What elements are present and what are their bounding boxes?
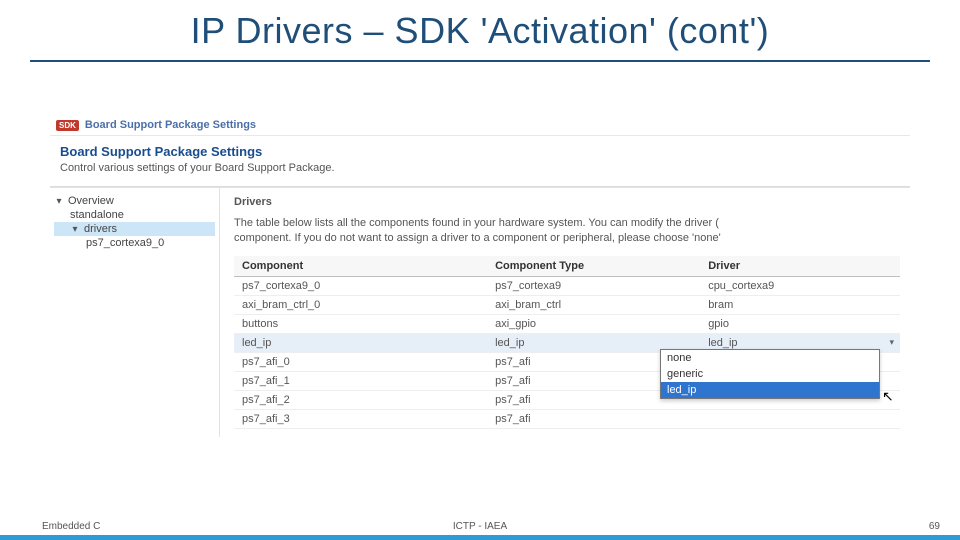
tree-item-standalone[interactable]: standalone: [54, 208, 215, 222]
app-badge-icon: SDK: [56, 120, 79, 131]
chevron-down-icon[interactable]: ▾: [889, 337, 894, 348]
drivers-table: Component Component Type Driver ps7_cort…: [234, 256, 900, 429]
table-row[interactable]: ps7_afi_3 ps7_afi: [234, 409, 900, 428]
table-row[interactable]: buttons axi_gpio gpio: [234, 314, 900, 333]
table-row[interactable]: ps7_cortexa9_0 ps7_cortexa9 cpu_cortexa9: [234, 276, 900, 295]
tree-label: drivers: [84, 223, 117, 235]
tree-collapse-icon[interactable]: ▾: [70, 224, 80, 235]
tree-collapse-icon[interactable]: ▾: [54, 196, 64, 207]
col-component-type[interactable]: Component Type: [487, 256, 700, 277]
window-title: Board Support Package Settings: [85, 119, 256, 131]
nav-tree[interactable]: ▾ Overview standalone ▾ drivers ps7_cort…: [50, 188, 220, 437]
dropdown-option-none[interactable]: none: [661, 350, 879, 366]
dropdown-option-generic[interactable]: generic: [661, 366, 879, 382]
tree-label: Overview: [68, 195, 114, 207]
slide-title: IP Drivers – SDK 'Activation' (cont'): [0, 0, 960, 52]
footer-page-number: 69: [929, 521, 940, 532]
dialog-header: Board Support Package Settings Control v…: [50, 136, 910, 180]
dialog-heading: Board Support Package Settings: [60, 144, 900, 159]
tree-label: standalone: [70, 209, 124, 221]
panel-description: The table below lists all the components…: [234, 216, 874, 246]
col-driver[interactable]: Driver: [700, 256, 900, 277]
tree-item-overview[interactable]: ▾ Overview: [54, 194, 215, 208]
tree-label: ps7_cortexa9_0: [86, 237, 164, 249]
driver-cell[interactable]: gpio: [700, 314, 900, 333]
driver-cell[interactable]: bram: [700, 295, 900, 314]
driver-dropdown[interactable]: none generic led_ip: [660, 349, 880, 399]
panel-title: Drivers: [234, 196, 900, 208]
dropdown-option-led-ip[interactable]: led_ip: [661, 382, 879, 398]
driver-cell[interactable]: cpu_cortexa9: [700, 276, 900, 295]
title-divider: [30, 60, 930, 62]
drivers-panel: Drivers The table below lists all the co…: [220, 188, 910, 437]
dialog-subheading: Control various settings of your Board S…: [60, 162, 900, 174]
tree-item-cortexa9[interactable]: ps7_cortexa9_0: [54, 236, 215, 250]
window-titlebar: SDK Board Support Package Settings: [50, 115, 910, 136]
tree-item-drivers[interactable]: ▾ drivers: [54, 222, 215, 236]
footer-bar: [0, 535, 960, 540]
col-component[interactable]: Component: [234, 256, 487, 277]
table-row[interactable]: axi_bram_ctrl_0 axi_bram_ctrl bram: [234, 295, 900, 314]
footer-center: ICTP - IAEA: [453, 521, 507, 532]
driver-cell[interactable]: [700, 409, 900, 428]
footer-left: Embedded C: [42, 521, 100, 532]
screenshot-container: SDK Board Support Package Settings Board…: [50, 115, 910, 455]
